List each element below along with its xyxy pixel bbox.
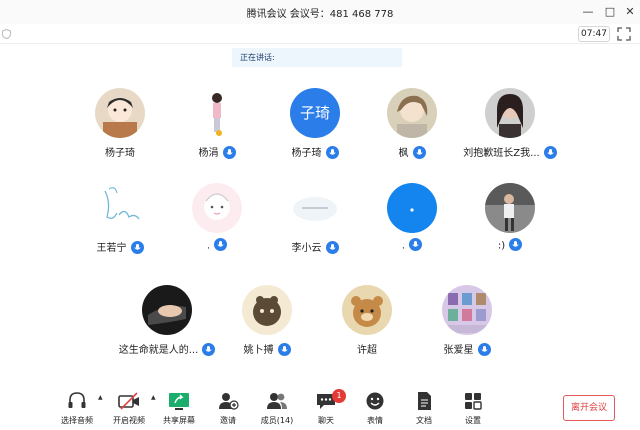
close-icon[interactable]: ✕ xyxy=(620,3,640,21)
participant-tile[interactable]: 姚卜搏 xyxy=(212,285,322,373)
settings-label: 设置 xyxy=(465,416,481,425)
shield-icon[interactable] xyxy=(2,29,11,39)
avatar xyxy=(142,285,192,335)
participant-tile[interactable]: 枫 xyxy=(357,88,467,176)
invite-label: 邀请 xyxy=(220,416,236,425)
participant-tile[interactable]: 许超 xyxy=(312,285,422,373)
participant-tile[interactable]: 张爱星 xyxy=(412,285,522,373)
avatar xyxy=(242,285,292,335)
participant-name: 姚卜搏 xyxy=(212,341,322,357)
participant-name: . xyxy=(357,238,467,252)
title-bar: 腾讯会议 会议号：481 468 778 — □ ✕ xyxy=(0,0,640,24)
avatar xyxy=(192,88,242,138)
reactions-button[interactable]: 表情 xyxy=(361,391,389,429)
mic-icon[interactable] xyxy=(412,145,426,159)
participant-name: 李小云 xyxy=(260,239,370,255)
avatar xyxy=(95,88,145,138)
participant-name: 杨子琦 xyxy=(260,144,370,160)
camera-off-icon xyxy=(118,392,139,410)
members-icon xyxy=(267,393,287,409)
participant-name: . xyxy=(162,238,272,252)
mic-icon[interactable] xyxy=(325,145,339,159)
mic-icon[interactable] xyxy=(214,238,228,251)
participant-tile[interactable]: 李小云 xyxy=(260,183,370,271)
mic-icon[interactable] xyxy=(130,240,144,254)
docs-button[interactable]: 文档 xyxy=(410,391,438,429)
avatar xyxy=(485,88,535,138)
share-screen-label: 共享屏幕 xyxy=(163,416,195,425)
meeting-toolbar: 选择音频 ▲ 开启视频 ▲ 共享屏幕 邀请 成员(14) 聊天 表情 文档 设置 xyxy=(0,384,640,430)
participant-tile[interactable]: 杨子琦 xyxy=(65,88,175,176)
smile-icon xyxy=(366,392,384,410)
audio-button[interactable]: 选择音频 xyxy=(58,391,96,429)
speaking-indicator: 正在讲话: xyxy=(232,48,402,67)
participant-name: 许超 xyxy=(357,345,377,356)
participant-tile[interactable]: :) xyxy=(455,183,565,271)
minimize-icon[interactable]: — xyxy=(578,3,598,21)
chat-label: 聊天 xyxy=(318,416,334,425)
maximize-icon[interactable]: □ xyxy=(600,3,620,21)
avatar xyxy=(387,183,437,233)
participant-tile[interactable]: . xyxy=(162,183,272,271)
participant-name: 刘抱歉班长Z我... xyxy=(455,144,565,160)
participant-tile[interactable]: 刘抱歉班长Z我... xyxy=(455,88,565,176)
participant-name: :) xyxy=(455,238,565,252)
participant-tile[interactable]: 子琦 杨子琦 xyxy=(260,88,370,176)
avatar-initials: 子琦 xyxy=(299,104,330,122)
video-button[interactable]: 开启视频 xyxy=(107,391,151,429)
video-options-icon[interactable]: ▲ xyxy=(151,394,156,401)
add-user-icon xyxy=(219,393,239,410)
audio-options-icon[interactable]: ▲ xyxy=(98,394,103,401)
invite-button[interactable]: 邀请 xyxy=(214,391,242,429)
members-button[interactable]: 成员(14) xyxy=(259,391,295,429)
mic-icon[interactable] xyxy=(543,145,557,159)
participant-tile[interactable]: 杨涓 xyxy=(162,88,272,176)
participant-name: 王若宁 xyxy=(65,239,175,255)
avatar xyxy=(290,183,340,233)
participant-tile[interactable]: 这生命就是人的... xyxy=(112,285,222,373)
audio-label: 选择音频 xyxy=(61,416,93,425)
participant-name: 杨子琦 xyxy=(105,148,135,159)
settings-button[interactable]: 设置 xyxy=(459,391,487,429)
share-screen-button[interactable]: 共享屏幕 xyxy=(161,391,197,429)
window-title: 腾讯会议 会议号：481 468 778 xyxy=(246,9,394,20)
participant-tile[interactable]: 王若宁 xyxy=(65,183,175,271)
avatar xyxy=(95,183,145,233)
headset-icon xyxy=(68,392,86,408)
avatar xyxy=(387,88,437,138)
document-icon xyxy=(418,392,431,410)
participant-name: 张爱星 xyxy=(412,341,522,357)
share-screen-icon xyxy=(169,393,189,410)
mic-icon[interactable] xyxy=(222,145,236,159)
settings-grid-icon xyxy=(465,393,482,410)
participant-name: 杨涓 xyxy=(162,144,272,160)
avatar xyxy=(485,183,535,233)
mic-icon[interactable] xyxy=(325,240,339,254)
avatar: 子琦 xyxy=(290,88,340,138)
members-label: 成员(14) xyxy=(260,416,294,425)
chat-unread-badge: 1 xyxy=(332,389,346,403)
meeting-timer: 07:47 xyxy=(578,26,610,42)
participant-name: 枫 xyxy=(357,144,467,160)
mic-icon[interactable] xyxy=(477,342,491,356)
avatar xyxy=(442,285,492,335)
video-label: 开启视频 xyxy=(113,416,145,425)
participant-tile[interactable]: . xyxy=(357,183,467,271)
mic-icon[interactable] xyxy=(509,238,523,251)
leave-meeting-button[interactable]: 离开会议 xyxy=(563,395,615,421)
avatar xyxy=(342,285,392,335)
reactions-label: 表情 xyxy=(367,416,383,425)
mic-icon[interactable] xyxy=(409,238,423,251)
info-bar: 07:47 xyxy=(0,24,640,44)
avatar xyxy=(192,183,242,233)
mic-icon[interactable] xyxy=(277,342,291,356)
docs-label: 文档 xyxy=(416,416,432,425)
fullscreen-icon[interactable] xyxy=(617,27,631,41)
